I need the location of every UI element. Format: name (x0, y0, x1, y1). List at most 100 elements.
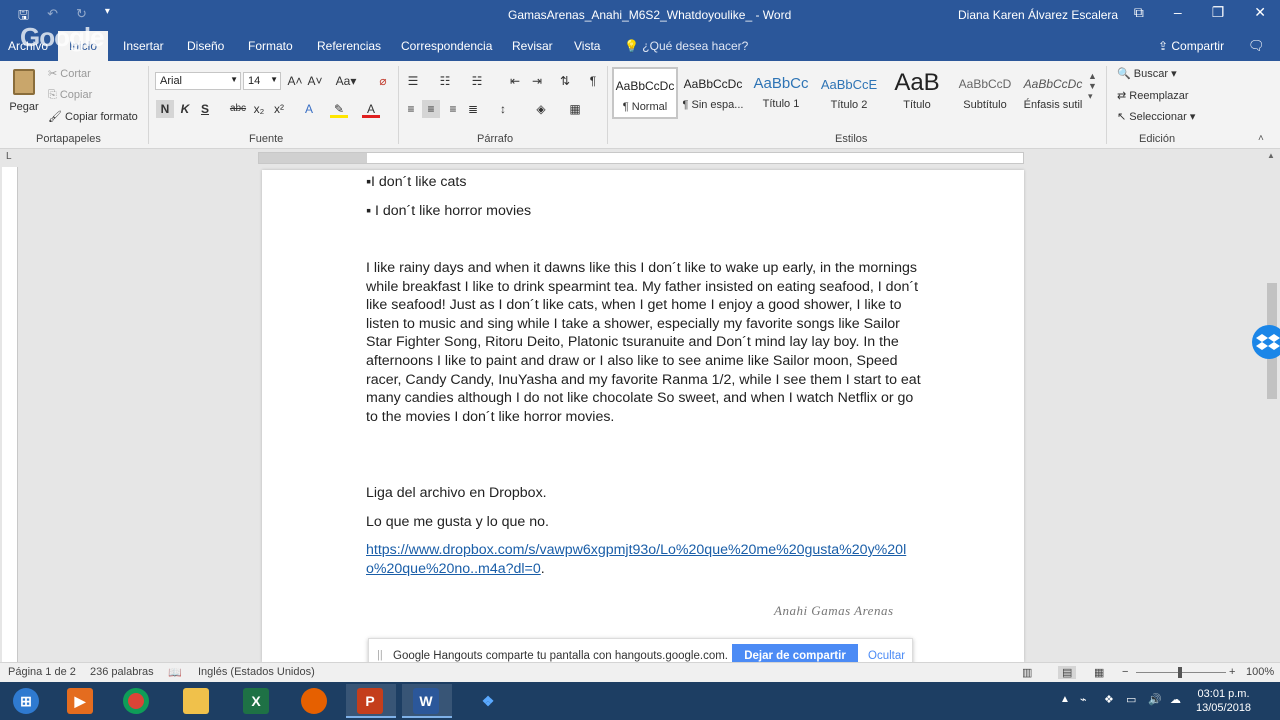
copy-button[interactable]: ⎘ Copiar (48, 89, 92, 102)
close-icon[interactable]: ✕ (1254, 4, 1266, 21)
tab-selector-icon[interactable]: L (6, 151, 12, 162)
read-mode-icon[interactable]: ▥ (1022, 666, 1032, 679)
action-center-icon[interactable]: ▭ (1126, 693, 1136, 706)
superscript-button[interactable]: x² (270, 100, 288, 118)
link-caption[interactable]: Lo que me gusta y lo que no. (366, 513, 549, 532)
proofing-icon[interactable]: 📖 (168, 666, 182, 679)
body-paragraph[interactable]: I like rainy days and when it dawns like… (366, 259, 922, 426)
bullet-item[interactable]: ▪I don´t like cats (366, 173, 466, 192)
change-case-icon[interactable]: Aa▾ (334, 72, 358, 90)
share-button[interactable]: ⇪ Compartir (1158, 39, 1224, 53)
taskbar-word[interactable]: W (402, 684, 452, 718)
tray-expand-icon[interactable]: ▲ (1060, 694, 1070, 705)
style-heading-2[interactable]: AaBbCcE Título 2 (816, 67, 882, 119)
dropbox-tray-icon[interactable]: ❖ (1104, 693, 1114, 706)
zoom-out-icon[interactable]: − (1122, 666, 1128, 678)
italic-button[interactable]: K (176, 100, 194, 118)
dropbox-icon[interactable] (1252, 325, 1280, 359)
tab-insertar[interactable]: Insertar (123, 39, 164, 53)
dropbox-link[interactable]: https://www.dropbox.com/s/vawpw6xgpmjt93… (366, 542, 906, 577)
taskbar-media-player[interactable]: ▶ (56, 684, 106, 718)
multilevel-list-icon[interactable]: ☵ (468, 72, 486, 90)
style-normal[interactable]: AaBbCcDc ¶ Normal (612, 67, 678, 119)
tell-me-box[interactable]: 💡 ¿Qué desea hacer? (624, 39, 748, 53)
system-clock[interactable]: 03:01 p.m. 13/05/2018 (1196, 687, 1251, 715)
justify-icon[interactable]: ≣ (464, 100, 482, 118)
print-layout-icon[interactable]: ▤ (1058, 666, 1077, 679)
clear-format-icon[interactable]: ⌀ (374, 72, 392, 90)
taskbar-excel[interactable]: X (232, 684, 282, 718)
page-count[interactable]: Página 1 de 2 (8, 666, 76, 678)
shading-icon[interactable]: ◈ (532, 100, 550, 118)
style-title[interactable]: AaB Título (884, 67, 950, 119)
style-subtle-emphasis[interactable]: AaBbCcDc Énfasis sutil (1020, 67, 1086, 119)
zoom-slider-thumb[interactable] (1178, 667, 1182, 678)
collapse-ribbon-icon[interactable]: ˄ (1258, 133, 1264, 144)
taskbar-powerpoint[interactable]: P (346, 684, 396, 718)
vertical-scrollbar[interactable]: ▲ (1264, 149, 1280, 662)
highlight-icon[interactable]: ✎ (330, 100, 348, 118)
user-name[interactable]: Diana Karen Álvarez Escalera (958, 8, 1118, 22)
word-count[interactable]: 236 palabras (90, 666, 154, 678)
text-effects-icon[interactable]: A (300, 100, 318, 118)
subscript-button[interactable]: x₂ (250, 100, 268, 118)
scroll-up-icon[interactable]: ▲ (1267, 151, 1275, 160)
select-button[interactable]: ↖ Seleccionar ▾ (1117, 110, 1195, 123)
minimize-icon[interactable]: – (1174, 4, 1182, 21)
zoom-level[interactable]: 100% (1246, 666, 1274, 678)
pilcrow-icon[interactable]: ¶ (584, 72, 602, 90)
tab-vista[interactable]: Vista (574, 39, 600, 53)
taskbar-firefox[interactable] (290, 684, 340, 718)
font-size-select[interactable]: 14 ▼ (243, 72, 281, 90)
bullet-item[interactable]: ▪ I don´t like horror movies (366, 202, 531, 221)
replace-button[interactable]: ⇄ Reemplazar (1117, 89, 1189, 102)
cut-button[interactable]: ✂ Cortar (48, 67, 91, 80)
zoom-slider[interactable] (1136, 667, 1226, 678)
ribbon-display-icon[interactable]: ⧉ (1134, 4, 1144, 21)
customize-qat-icon[interactable]: ▾ (105, 6, 110, 28)
borders-icon[interactable]: ▦ (566, 100, 584, 118)
network-icon[interactable]: ⌁ (1080, 693, 1087, 706)
bullets-icon[interactable]: ☰ (404, 72, 422, 90)
start-button[interactable]: ⊞ (2, 684, 52, 718)
web-layout-icon[interactable]: ▦ (1094, 666, 1104, 679)
tab-correspondencia[interactable]: Correspondencia (401, 39, 492, 53)
maximize-icon[interactable]: ❐ (1212, 4, 1225, 21)
link-heading[interactable]: Liga del archivo en Dropbox. (366, 484, 547, 503)
format-painter-button[interactable]: 🖌 Copiar formato (48, 110, 138, 123)
taskbar-dropbox[interactable]: ❖ (464, 684, 514, 718)
style-no-spacing[interactable]: AaBbCcDc ¶ Sin espa... (680, 67, 746, 119)
onedrive-icon[interactable]: ☁ (1170, 693, 1181, 706)
sort-icon[interactable]: ⇅ (556, 72, 574, 90)
bold-button[interactable]: N (156, 100, 174, 118)
find-button[interactable]: 🔍 Buscar ▾ (1117, 67, 1177, 80)
style-subtitle[interactable]: AaBbCcD Subtítulo (952, 67, 1018, 119)
volume-icon[interactable]: 🔊 (1148, 693, 1162, 706)
strikethrough-button[interactable]: abc (228, 100, 248, 118)
font-color-icon[interactable]: A (362, 100, 380, 118)
drag-handle-icon[interactable]: || (377, 649, 383, 661)
ruler-bar[interactable] (258, 152, 1024, 164)
underline-button[interactable]: S (196, 100, 214, 118)
paste-button[interactable]: Pegar (6, 67, 42, 129)
language[interactable]: Inglés (Estados Unidos) (198, 666, 315, 678)
align-right-icon[interactable]: ≡ (444, 100, 462, 118)
tab-revisar[interactable]: Revisar (512, 39, 553, 53)
shrink-font-icon[interactable]: A˅ (306, 72, 324, 90)
align-left-icon[interactable]: ≡ (402, 100, 420, 118)
style-heading-1[interactable]: AaBbCc Título 1 (748, 67, 814, 119)
comments-icon[interactable]: 🗨 (1248, 38, 1265, 54)
taskbar-explorer[interactable] (172, 684, 222, 718)
grow-font-icon[interactable]: A˄ (286, 72, 304, 90)
styles-scroll-icon[interactable]: ▲ ▼ ▾ (1088, 71, 1097, 102)
zoom-in-icon[interactable]: + (1229, 666, 1235, 678)
decrease-indent-icon[interactable]: ⇤ (506, 72, 524, 90)
tab-formato[interactable]: Formato (248, 39, 293, 53)
align-center-icon[interactable]: ≡ (422, 100, 440, 118)
font-family-select[interactable]: Arial ▼ (155, 72, 241, 90)
numbering-icon[interactable]: ☷ (436, 72, 454, 90)
line-spacing-icon[interactable]: ↕ (494, 100, 512, 118)
hide-button[interactable]: Ocultar (868, 650, 905, 662)
increase-indent-icon[interactable]: ⇥ (528, 72, 546, 90)
taskbar-chrome[interactable] (112, 684, 162, 718)
